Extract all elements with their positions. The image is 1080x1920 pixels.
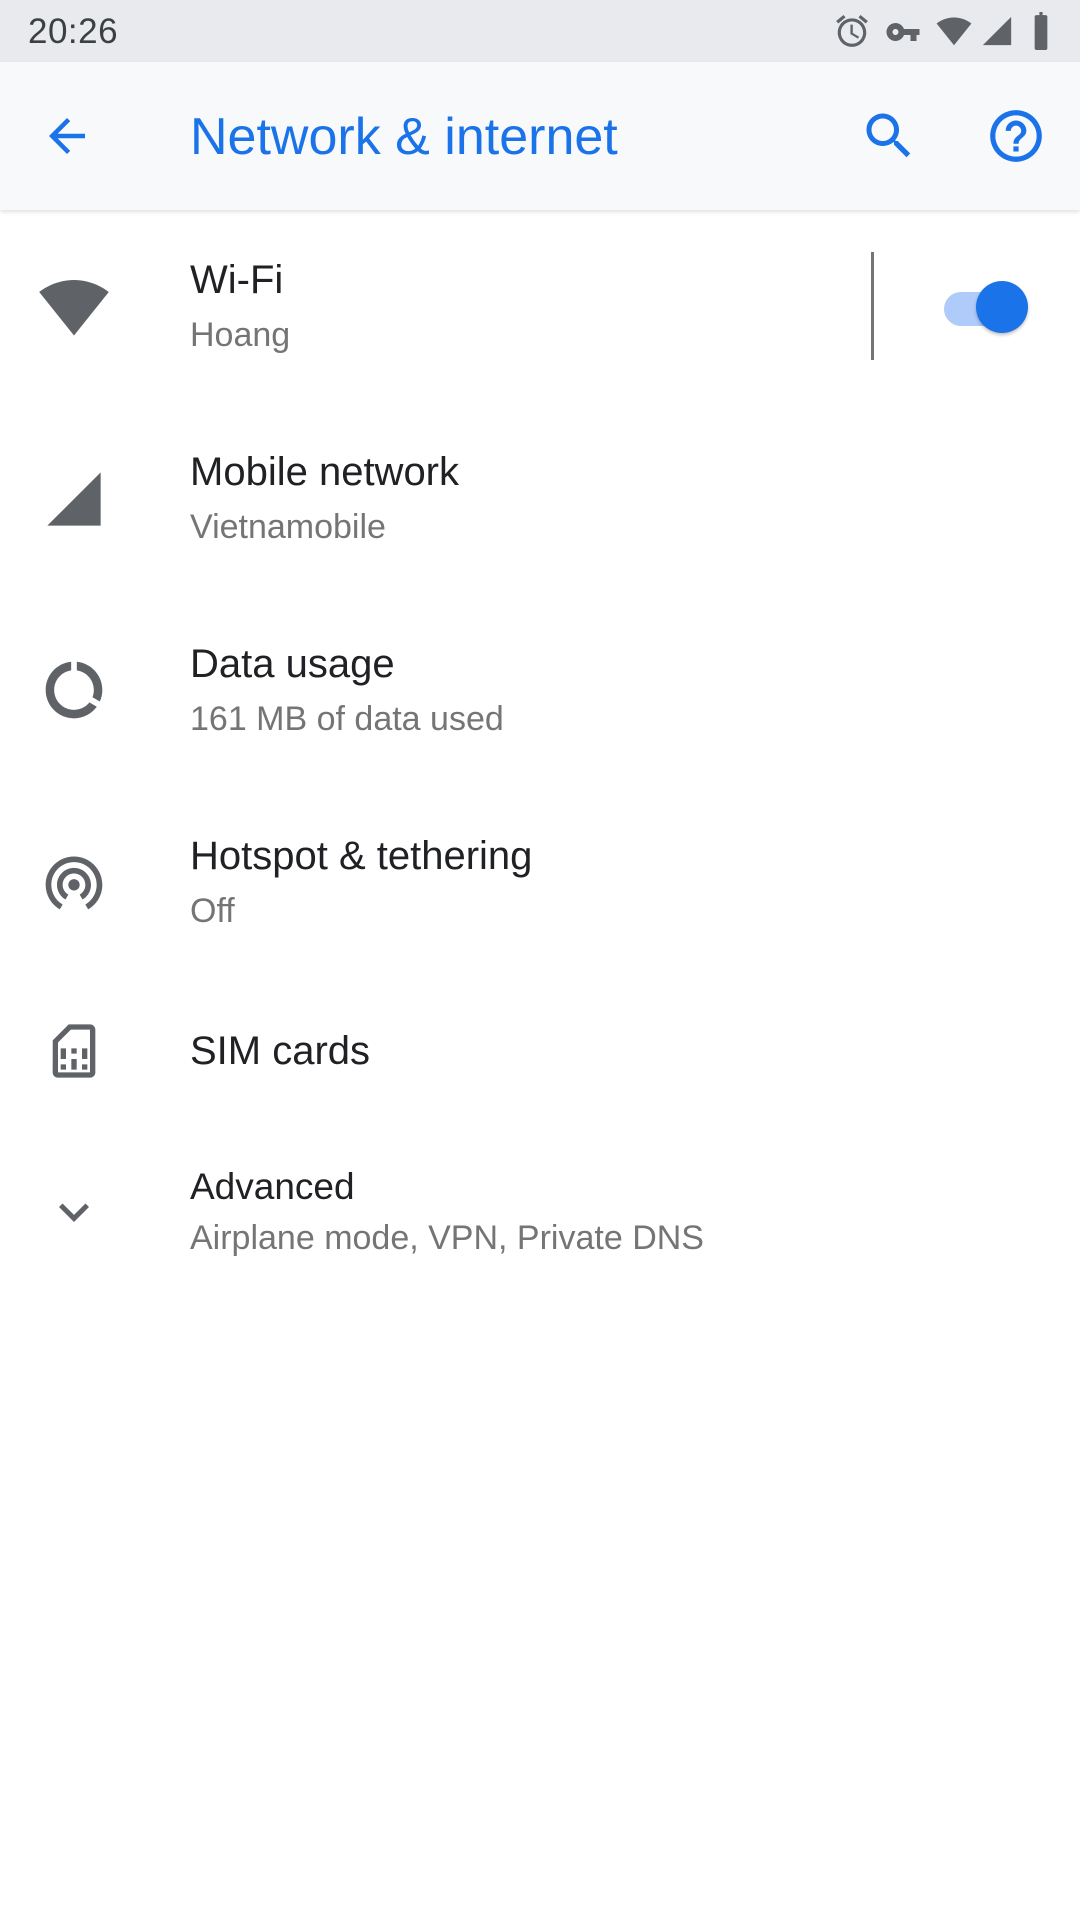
hotspot-summary: Off — [190, 892, 235, 930]
advanced-summary: Airplane mode, VPN, Private DNS — [190, 1219, 704, 1257]
status-icons — [0, 0, 1080, 62]
chevron-down-icon — [34, 1172, 114, 1252]
data-usage-summary: 161 MB of data used — [190, 700, 504, 738]
wifi-toggle[interactable] — [940, 274, 1030, 338]
search-button[interactable] — [852, 99, 926, 173]
arrow-back-icon — [49, 118, 85, 154]
app-bar: Network & internet — [0, 62, 1080, 210]
wifi-summary: Hoang — [190, 316, 291, 354]
wifi-signal-icon — [936, 17, 972, 46]
battery-icon — [1034, 12, 1048, 50]
list-item-data-usage[interactable]: Data usage 161 MB of data used — [0, 594, 1080, 786]
wifi-divider — [871, 252, 874, 360]
cell-signal-icon — [34, 459, 114, 539]
data-usage-icon — [34, 650, 114, 730]
list-item-mobile-network[interactable]: Mobile network Vietnamobile — [0, 402, 1080, 594]
vpn-key-icon — [886, 23, 920, 41]
sim-card-icon — [34, 1011, 114, 1091]
list-item-wifi[interactable]: Wi-Fi Hoang — [0, 212, 1080, 402]
alarm-icon — [836, 14, 868, 47]
hotspot-title: Hotspot & tethering — [190, 834, 533, 878]
data-usage-title: Data usage — [190, 642, 395, 686]
back-button[interactable] — [30, 99, 104, 173]
cell-signal-icon — [982, 16, 1012, 46]
sim-cards-title: SIM cards — [190, 1029, 371, 1073]
list-item-advanced[interactable]: Advanced Airplane mode, VPN, Private DNS — [0, 1124, 1080, 1304]
help-icon — [990, 110, 1042, 162]
wifi-title: Wi-Fi — [190, 258, 284, 302]
search-icon — [866, 113, 911, 158]
page-title: Network & internet — [190, 108, 618, 166]
mobile-network-title: Mobile network — [190, 450, 460, 494]
advanced-title: Advanced — [190, 1166, 355, 1207]
help-button[interactable] — [979, 99, 1053, 173]
wifi-icon — [34, 267, 114, 347]
list-item-hotspot[interactable]: Hotspot & tethering Off — [0, 786, 1080, 978]
list-item-sim-cards[interactable]: SIM cards — [0, 978, 1080, 1124]
mobile-network-summary: Vietnamobile — [190, 508, 386, 546]
status-bar: 20:26 — [0, 0, 1080, 62]
hotspot-icon — [34, 842, 114, 922]
wifi-toggle-thumb — [976, 281, 1028, 333]
